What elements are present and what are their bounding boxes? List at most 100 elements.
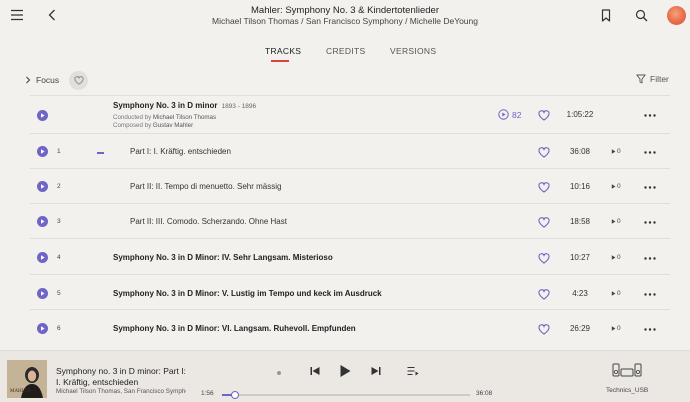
heart-icon[interactable] — [538, 109, 550, 121]
more-icon[interactable] — [643, 217, 657, 227]
more-icon[interactable] — [643, 324, 657, 334]
tab-credits[interactable]: CREDITS — [326, 46, 365, 56]
work-duration: 1:05:22 — [566, 110, 594, 119]
next-icon[interactable] — [370, 365, 382, 377]
track-number: 6 — [57, 325, 61, 332]
track-title: Symphony No. 3 in D Minor: IV. Sehr Lang… — [113, 253, 333, 262]
track-duration: 10:27 — [569, 253, 591, 262]
play-count: 0 — [611, 254, 621, 261]
filter-icon — [636, 74, 646, 84]
top-bar: Mahler: Symphony No. 3 & Kindertotenlied… — [0, 0, 690, 32]
track-number: 5 — [57, 290, 61, 297]
more-icon[interactable] — [643, 182, 657, 192]
divider — [30, 95, 670, 96]
play-icon — [41, 255, 45, 260]
work-composer: Composed by Gustav Mahler — [113, 122, 193, 129]
play-icon — [611, 326, 616, 331]
prev-icon[interactable] — [309, 365, 321, 377]
more-icon[interactable] — [643, 253, 657, 263]
play-track-button[interactable] — [37, 216, 48, 227]
more-icon[interactable] — [643, 147, 657, 157]
track-number: 2 — [57, 183, 61, 190]
play-icon — [41, 113, 45, 118]
play-count-value: 0 — [617, 218, 621, 225]
play-count: 0 — [611, 290, 621, 297]
heart-icon[interactable] — [538, 216, 550, 228]
disc-icon — [498, 109, 509, 120]
play-icon — [611, 184, 616, 189]
work-conductor: Conducted by Michael Tilson Thomas — [113, 114, 216, 121]
track-title: Part II: II. Tempo di menuetto. Sehr mäs… — [130, 182, 282, 191]
tab-versions[interactable]: VERSIONS — [390, 46, 436, 56]
focus-label: Focus — [36, 75, 60, 85]
work-disc-count[interactable]: 82 — [498, 109, 521, 120]
focus-button[interactable]: Focus — [25, 74, 59, 86]
heart-icon[interactable] — [538, 252, 550, 264]
track-row[interactable]: 3 Part II: III. Comodo. Scherzando. Ohne… — [0, 204, 690, 239]
play-count: 0 — [611, 183, 621, 190]
play-track-button[interactable] — [37, 252, 48, 263]
track-row[interactable]: 2 Part II: II. Tempo di menuetto. Sehr m… — [0, 169, 690, 204]
favorite-album-button[interactable] — [69, 71, 88, 90]
play-icon[interactable] — [337, 363, 353, 379]
play-track-button[interactable] — [37, 181, 48, 192]
play-icon — [611, 219, 616, 224]
track-duration: 10:16 — [569, 182, 591, 191]
play-icon — [41, 219, 45, 224]
disc-count: 82 — [512, 109, 522, 120]
heart-icon[interactable] — [538, 181, 550, 193]
now-playing-subtitle: I. Kräftig, entschieden — [56, 377, 139, 387]
more-icon[interactable] — [643, 110, 657, 120]
menu-icon[interactable] — [9, 7, 25, 23]
play-icon — [41, 326, 45, 331]
work-title: Symphony No. 3 in D minor 1893 - 1896 — [113, 101, 256, 110]
now-playing-indicator — [97, 152, 104, 154]
play-track-button[interactable] — [37, 323, 48, 334]
play-work-button[interactable] — [37, 110, 48, 121]
avatar[interactable] — [667, 6, 686, 25]
progress-handle[interactable] — [231, 391, 240, 399]
track-duration: 36:08 — [569, 147, 591, 156]
shuffle-indicator[interactable] — [277, 371, 281, 375]
track-row[interactable]: 5 Symphony No. 3 in D Minor: V. Lustig i… — [0, 275, 690, 310]
album-cover[interactable]: MAHLER — [7, 360, 47, 398]
queue-icon[interactable] — [407, 365, 419, 377]
tab-tracks[interactable]: TRACKS — [265, 46, 301, 56]
output-device: Technics_USB — [606, 387, 649, 394]
heart-icon[interactable] — [538, 323, 550, 335]
bookmark-icon[interactable] — [600, 8, 612, 22]
filter-button[interactable]: Filter — [636, 74, 669, 84]
active-tab-indicator — [271, 60, 289, 62]
play-icon — [611, 149, 616, 154]
back-icon[interactable] — [45, 7, 59, 23]
track-title: Symphony No. 3 in D Minor: V. Lustig im … — [113, 289, 382, 298]
more-icon[interactable] — [643, 289, 657, 299]
track-duration: 18:58 — [569, 217, 591, 226]
track-row[interactable]: 1 Part I: I. Kräftig. entschieden 36:08 … — [0, 134, 690, 169]
heart-icon — [73, 76, 84, 85]
conducted-prefix: Conducted by — [113, 114, 152, 121]
play-icon — [611, 291, 616, 296]
heart-icon[interactable] — [538, 146, 550, 158]
heart-icon[interactable] — [538, 288, 550, 300]
now-playing-title: Symphony no. 3 in D minor: Part I: — [56, 366, 186, 376]
total-time: 36:08 — [476, 390, 493, 397]
track-row[interactable]: 6 Symphony No. 3 in D Minor: VI. Langsam… — [0, 310, 690, 346]
play-track-button[interactable] — [37, 146, 48, 157]
search-icon[interactable] — [634, 8, 648, 22]
chevron-right-icon — [26, 76, 31, 84]
play-count: 0 — [611, 325, 621, 332]
album-header: Mahler: Symphony No. 3 & Kindertotenlied… — [180, 5, 510, 27]
track-duration: 26:29 — [569, 324, 591, 333]
speaker-icon[interactable] — [610, 363, 644, 377]
album-artists: Michael Tilson Thomas / San Francisco Sy… — [212, 16, 478, 26]
progress-bar[interactable] — [222, 391, 470, 399]
play-count-value: 0 — [617, 325, 621, 332]
track-number: 1 — [57, 148, 61, 155]
play-count: 0 — [611, 148, 621, 155]
play-track-button[interactable] — [37, 288, 48, 299]
now-playing-artist: Michael Tilson Thomas, San Francisco Sym… — [56, 388, 186, 395]
track-number: 3 — [57, 218, 61, 225]
track-title: Symphony No. 3 in D Minor: VI. Langsam. … — [113, 324, 356, 333]
track-row[interactable]: 4 Symphony No. 3 in D Minor: IV. Sehr La… — [0, 239, 690, 275]
